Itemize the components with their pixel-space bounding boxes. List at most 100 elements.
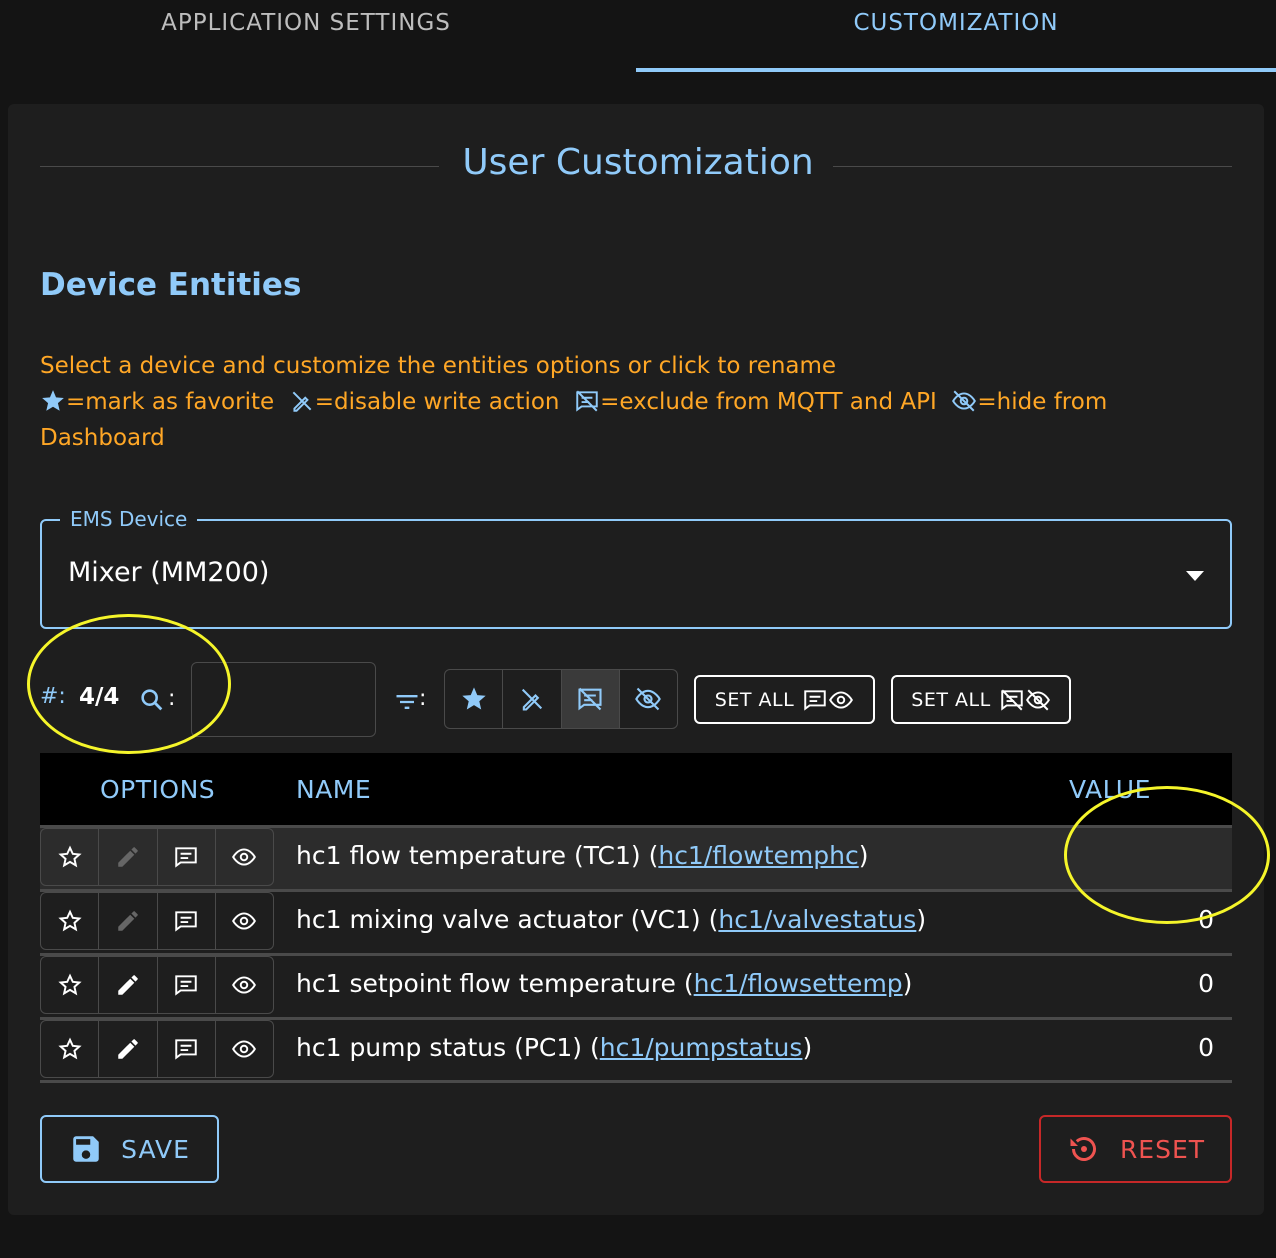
tab-indicator — [636, 68, 1276, 72]
entity-name[interactable]: hc1 pump status (PC1) (hc1/pumpstatus) — [296, 1033, 812, 1062]
visibility-toggle[interactable] — [216, 893, 273, 949]
favorite-toggle[interactable] — [41, 1021, 100, 1077]
visibility-off-icon — [951, 388, 977, 414]
entity-value: 0 — [1198, 1033, 1214, 1062]
star-filled-icon — [461, 687, 486, 710]
tab-bar: APPLICATION SETTINGS CUSTOMIZATION — [0, 0, 1276, 72]
mqtt-toggle[interactable] — [158, 1021, 216, 1077]
star-outline-icon — [57, 909, 82, 932]
entity-link[interactable]: hc1/flowtemphc — [658, 841, 858, 870]
comments-disabled-icon — [574, 388, 600, 414]
save-icon — [73, 1136, 99, 1162]
filter-hidden-toggle[interactable] — [620, 670, 677, 728]
favorite-toggle[interactable] — [41, 829, 100, 885]
ems-device-select[interactable]: EMS Device Mixer (MM200) — [40, 507, 1232, 629]
write-toggle[interactable] — [99, 957, 158, 1013]
set-all-visible-button[interactable]: SET ALL — [694, 675, 875, 724]
write-toggle[interactable] — [99, 1021, 158, 1077]
write-toggle[interactable] — [99, 893, 158, 949]
tab-customization[interactable]: CUSTOMIZATION — [636, 0, 1276, 72]
edit-icon — [118, 911, 138, 931]
mqtt-toggle[interactable] — [158, 829, 216, 885]
visibility-toggle[interactable] — [216, 829, 273, 885]
annotation-circle-count — [27, 614, 231, 754]
visibility-off-icon — [1025, 689, 1050, 710]
help-write: =disable write action — [314, 389, 560, 415]
star-outline-icon — [57, 973, 82, 996]
comment-icon — [175, 911, 197, 932]
row-options — [40, 892, 274, 950]
page-title: User Customization — [462, 142, 814, 183]
select-label: EMS Device — [60, 507, 198, 531]
dropdown-arrow-icon[interactable] — [1186, 571, 1204, 581]
visibility-icon — [829, 690, 854, 709]
entity-name[interactable]: hc1 flow temperature (TC1) (hc1/flowtemp… — [296, 841, 869, 870]
filter-colon: : — [419, 686, 427, 711]
comment-icon — [175, 847, 197, 868]
favorite-toggle[interactable] — [41, 957, 100, 1013]
entity-link[interactable]: hc1/flowsettemp — [694, 969, 903, 998]
comment-icon — [175, 1039, 197, 1060]
edit-off-icon — [289, 388, 315, 414]
save-label: SAVE — [121, 1134, 190, 1164]
section-title: Device Entities — [40, 267, 302, 303]
filter-favorite-toggle[interactable] — [445, 670, 504, 728]
mqtt-toggle[interactable] — [158, 893, 216, 949]
entity-name[interactable]: hc1 setpoint flow temperature (hc1/flows… — [296, 969, 912, 998]
table-row[interactable]: hc1 setpoint flow temperature (hc1/flows… — [40, 953, 1232, 1017]
visibility-icon — [232, 1040, 257, 1058]
visibility-toggle[interactable] — [216, 1021, 273, 1077]
row-options — [40, 1020, 274, 1078]
table-bottom-border — [40, 1080, 1232, 1083]
comments-disabled-icon — [1000, 689, 1023, 711]
set-all-label: SET ALL — [911, 688, 991, 711]
column-header-options[interactable]: OPTIONS — [100, 775, 215, 804]
filter-readonly-toggle[interactable] — [503, 670, 562, 728]
table-row[interactable]: hc1 flow temperature (TC1) (hc1/flowtemp… — [40, 825, 1232, 889]
tab-application-settings[interactable]: APPLICATION SETTINGS — [0, 0, 612, 72]
comment-icon — [804, 689, 826, 711]
filter-list-icon — [396, 695, 418, 709]
star-outline-icon — [57, 845, 82, 868]
row-options — [40, 828, 274, 886]
star-filled-icon — [40, 388, 66, 414]
filter-toggle-group — [444, 669, 678, 729]
column-header-name[interactable]: NAME — [296, 775, 371, 804]
entity-link[interactable]: hc1/valvestatus — [718, 905, 916, 934]
entity-value: 0 — [1198, 969, 1214, 998]
table-header: OPTIONS NAME VALUE — [40, 753, 1232, 825]
star-outline-icon — [57, 1037, 82, 1060]
comments-disabled-icon — [578, 687, 602, 711]
reset-label: RESET — [1119, 1134, 1206, 1164]
settings-backup-restore-icon — [1070, 1137, 1096, 1161]
edit-icon — [118, 975, 138, 995]
help-mqtt: =exclude from MQTT and API — [600, 389, 937, 415]
table-row[interactable]: hc1 mixing valve actuator (VC1) (hc1/val… — [40, 889, 1232, 953]
set-all-hidden-button[interactable]: SET ALL — [891, 675, 1071, 724]
help-line1: Select a device and customize the entiti… — [40, 353, 837, 379]
visibility-icon — [232, 976, 257, 994]
visibility-off-icon — [635, 687, 662, 711]
visibility-icon — [232, 848, 257, 866]
help-text: Select a device and customize the entiti… — [40, 348, 1190, 456]
annotation-circle-value — [1064, 786, 1270, 924]
help-favorite: =mark as favorite — [66, 389, 275, 415]
visibility-toggle[interactable] — [216, 957, 273, 1013]
row-options — [40, 956, 274, 1014]
visibility-icon — [232, 912, 257, 930]
filter-exclude-toggle[interactable] — [561, 670, 620, 728]
favorite-toggle[interactable] — [41, 893, 100, 949]
save-button[interactable]: SAVE — [40, 1115, 219, 1183]
table-row[interactable]: hc1 pump status (PC1) (hc1/pumpstatus) 0 — [40, 1017, 1232, 1081]
edit-icon — [118, 847, 138, 867]
edit-icon — [118, 1039, 138, 1059]
reset-button[interactable]: RESET — [1039, 1115, 1232, 1183]
entity-name[interactable]: hc1 mixing valve actuator (VC1) (hc1/val… — [296, 905, 926, 934]
select-value: Mixer (MM200) — [68, 557, 270, 588]
entity-link[interactable]: hc1/pumpstatus — [600, 1033, 803, 1062]
comment-icon — [175, 975, 197, 996]
set-all-label: SET ALL — [714, 688, 795, 711]
write-toggle[interactable] — [99, 829, 158, 885]
mqtt-toggle[interactable] — [158, 957, 216, 1013]
edit-off-icon — [521, 688, 542, 711]
